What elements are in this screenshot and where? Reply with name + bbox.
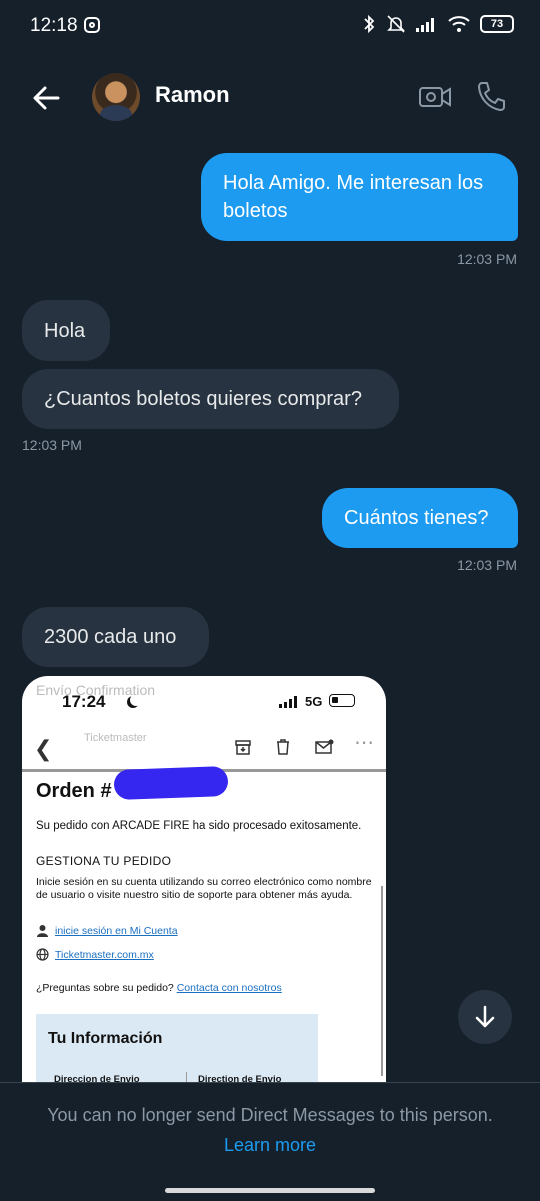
instagram-icon bbox=[84, 17, 100, 33]
chevron-left-icon: ❮ bbox=[34, 736, 53, 761]
more-icon: ⋯ bbox=[354, 732, 374, 754]
message-timestamp: 12:03 PM bbox=[22, 437, 82, 453]
message-bubble-received[interactable]: 2300 cada uno bbox=[22, 607, 209, 667]
bell-muted-icon bbox=[387, 15, 405, 33]
message-text: 2300 cada uno bbox=[44, 626, 177, 648]
archive-icon bbox=[235, 740, 251, 755]
contact-name[interactable]: Ramon bbox=[155, 82, 230, 108]
column-divider bbox=[186, 1072, 187, 1082]
email-toolbar: ❮ Ticketmaster ⋯ bbox=[22, 726, 386, 772]
globe-icon bbox=[36, 948, 49, 961]
question-text: ¿Preguntas sobre su pedido? bbox=[36, 982, 174, 994]
order-status-line: Su pedido con ARCADE FIRE ha sido proces… bbox=[36, 820, 362, 832]
learn-more-link[interactable]: Learn more bbox=[0, 1135, 540, 1156]
avatar[interactable] bbox=[92, 73, 140, 121]
dm-restricted-footer: You can no longer send Direct Messages t… bbox=[0, 1082, 540, 1201]
question-line: ¿Preguntas sobre su pedido? Contacta con… bbox=[36, 982, 282, 994]
bluetooth-icon bbox=[364, 14, 375, 34]
message-timestamp: 12:03 PM bbox=[457, 557, 517, 573]
battery-icon: 73 bbox=[480, 15, 514, 33]
contact-link: Contacta con nosotros bbox=[176, 982, 282, 994]
status-bar: 12:18 73 bbox=[0, 0, 540, 56]
cell-signal-icon bbox=[416, 18, 434, 32]
column-label: Direction de Envio bbox=[198, 1074, 282, 1082]
site-link: Ticketmaster.com.mx bbox=[55, 948, 154, 961]
battery-icon bbox=[329, 694, 355, 707]
cell-signal-icon bbox=[279, 696, 297, 708]
arrow-down-icon bbox=[475, 1005, 495, 1028]
message-bubble-received[interactable]: ¿Cuantos boletos quieres comprar? bbox=[22, 369, 399, 429]
info-box: Tu Información Direccion de Envio Direct… bbox=[36, 1014, 318, 1082]
wifi-icon bbox=[448, 16, 470, 32]
message-timestamp: 12:03 PM bbox=[457, 251, 517, 267]
conversation-header: Ramon bbox=[0, 56, 540, 140]
message-text: Cuántos tienes? bbox=[344, 507, 489, 529]
section-heading: GESTIONA TU PEDIDO bbox=[36, 854, 172, 868]
trash-icon bbox=[277, 739, 289, 755]
message-bubble-received[interactable]: Hola bbox=[22, 300, 110, 361]
shared-image[interactable]: Envío Confirmation 17:24 5G ❮ Ticketmast… bbox=[22, 676, 386, 1082]
redaction-scribble bbox=[113, 766, 229, 800]
order-title: Orden # bbox=[36, 780, 112, 802]
message-bubble-sent[interactable]: Cuántos tienes? bbox=[322, 488, 518, 548]
phone-icon[interactable] bbox=[476, 80, 506, 112]
restriction-message: You can no longer send Direct Messages t… bbox=[47, 1105, 493, 1125]
account-link: inicie sesión en Mi Cuenta bbox=[55, 924, 178, 937]
message-text: ¿Cuantos boletos quieres comprar? bbox=[44, 388, 362, 410]
back-arrow-icon[interactable] bbox=[28, 80, 64, 116]
status-icons: 73 bbox=[362, 14, 514, 34]
video-call-icon[interactable] bbox=[418, 82, 452, 112]
sender-name: Ticketmaster bbox=[84, 732, 147, 744]
message-text: Hola Amigo. Me interesan los boletos bbox=[223, 172, 484, 222]
message-text: Hola bbox=[44, 320, 86, 342]
site-link-row: Ticketmaster.com.mx bbox=[36, 948, 154, 961]
mail-icon bbox=[315, 739, 334, 754]
message-bubble-sent[interactable]: Hola Amigo. Me interesan los boletos bbox=[201, 153, 518, 241]
instructions-paragraph: Inicie sesión en su cuenta utilizando su… bbox=[36, 876, 372, 901]
status-time: 12:18 bbox=[30, 15, 78, 36]
network-label: 5G bbox=[305, 694, 323, 709]
column-label: Direccion de Envio bbox=[54, 1074, 140, 1082]
info-title: Tu Información bbox=[48, 1030, 163, 1047]
account-link-row: inicie sesión en Mi Cuenta bbox=[36, 924, 178, 937]
moon-icon bbox=[130, 694, 142, 706]
user-icon bbox=[37, 925, 48, 937]
scrollbar bbox=[381, 886, 383, 1076]
scroll-to-bottom-button[interactable] bbox=[458, 990, 512, 1044]
home-indicator[interactable] bbox=[165, 1188, 375, 1193]
image-status-time: 17:24 bbox=[62, 692, 106, 711]
